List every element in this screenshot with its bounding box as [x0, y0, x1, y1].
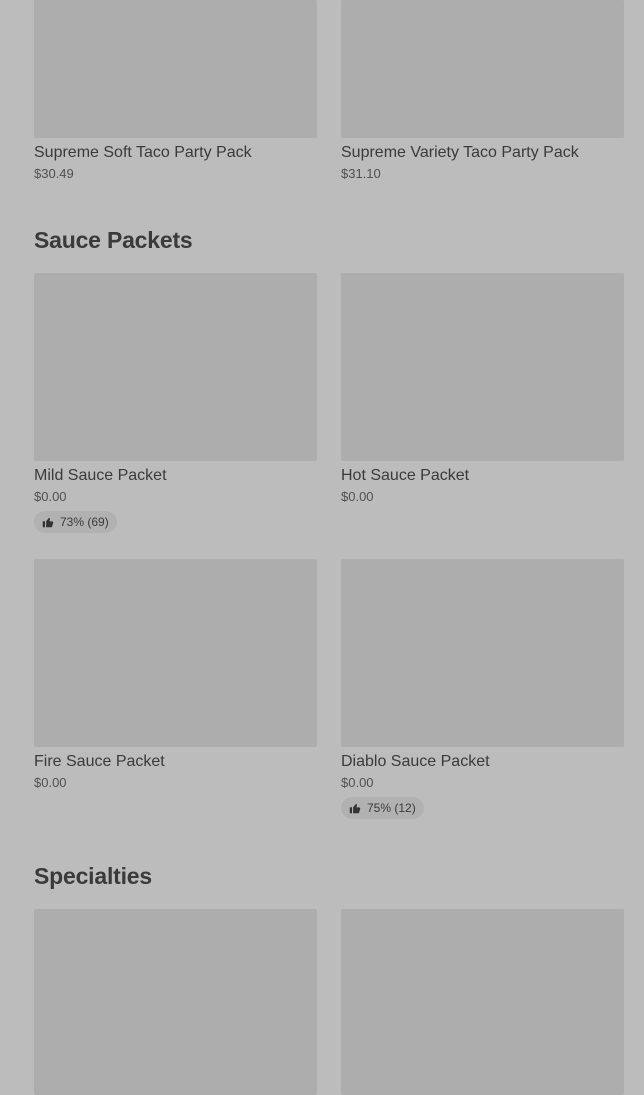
- menu-item-card[interactable]: Hot Sauce Packet $0.00: [341, 273, 624, 533]
- rating-text: 75% (12): [367, 801, 416, 815]
- specialties-grid: [34, 909, 624, 1095]
- menu-item-card[interactable]: Supreme Variety Taco Party Pack $31.10: [341, 0, 624, 182]
- menu-item-card[interactable]: Supreme Soft Taco Party Pack $30.49: [34, 0, 317, 182]
- thumbs-up-icon: [42, 517, 54, 528]
- item-name: Mild Sauce Packet: [34, 467, 167, 484]
- section-title-specialties: Specialties: [34, 863, 152, 889]
- item-name: Hot Sauce Packet: [341, 467, 470, 484]
- menu-item-card[interactable]: Fire Sauce Packet $0.00: [34, 559, 317, 819]
- item-image[interactable]: [34, 559, 317, 747]
- menu-page: Supreme Soft Taco Party Pack $30.49 Supr…: [0, 0, 644, 1095]
- item-price: $30.49: [34, 166, 74, 181]
- item-price: $0.00: [34, 489, 67, 504]
- rating-badge: 73% (69): [34, 511, 117, 533]
- menu-item-card[interactable]: Mild Sauce Packet $0.00 73% (69): [34, 273, 317, 533]
- item-price: $31.10: [341, 166, 381, 181]
- rating-text: 73% (69): [60, 515, 109, 529]
- menu-item-card[interactable]: [34, 909, 317, 1095]
- sauce-packets-grid-row-2: Fire Sauce Packet $0.00 Diablo Sauce Pac…: [34, 559, 624, 819]
- section-title-sauce-packets: Sauce Packets: [34, 227, 193, 253]
- menu-item-card[interactable]: Diablo Sauce Packet $0.00 75% (12): [341, 559, 624, 819]
- item-price: $0.00: [34, 775, 67, 790]
- item-image[interactable]: [34, 0, 317, 138]
- item-image[interactable]: [34, 909, 317, 1095]
- thumbs-up-icon: [349, 803, 361, 814]
- rating-badge: 75% (12): [341, 797, 424, 819]
- item-price: $0.00: [341, 775, 374, 790]
- item-name: Supreme Variety Taco Party Pack: [341, 144, 579, 161]
- item-image[interactable]: [341, 0, 624, 138]
- item-image[interactable]: [341, 559, 624, 747]
- item-image[interactable]: [34, 273, 317, 461]
- item-image[interactable]: [341, 909, 624, 1095]
- item-name: Supreme Soft Taco Party Pack: [34, 144, 252, 161]
- menu-item-card[interactable]: [341, 909, 624, 1095]
- item-image[interactable]: [341, 273, 624, 461]
- item-price: $0.00: [341, 489, 374, 504]
- item-name: Fire Sauce Packet: [34, 753, 165, 770]
- item-name: Diablo Sauce Packet: [341, 753, 490, 770]
- party-pack-grid: Supreme Soft Taco Party Pack $30.49 Supr…: [34, 0, 624, 182]
- sauce-packets-grid-row-1: Mild Sauce Packet $0.00 73% (69) Hot Sau…: [34, 273, 624, 533]
